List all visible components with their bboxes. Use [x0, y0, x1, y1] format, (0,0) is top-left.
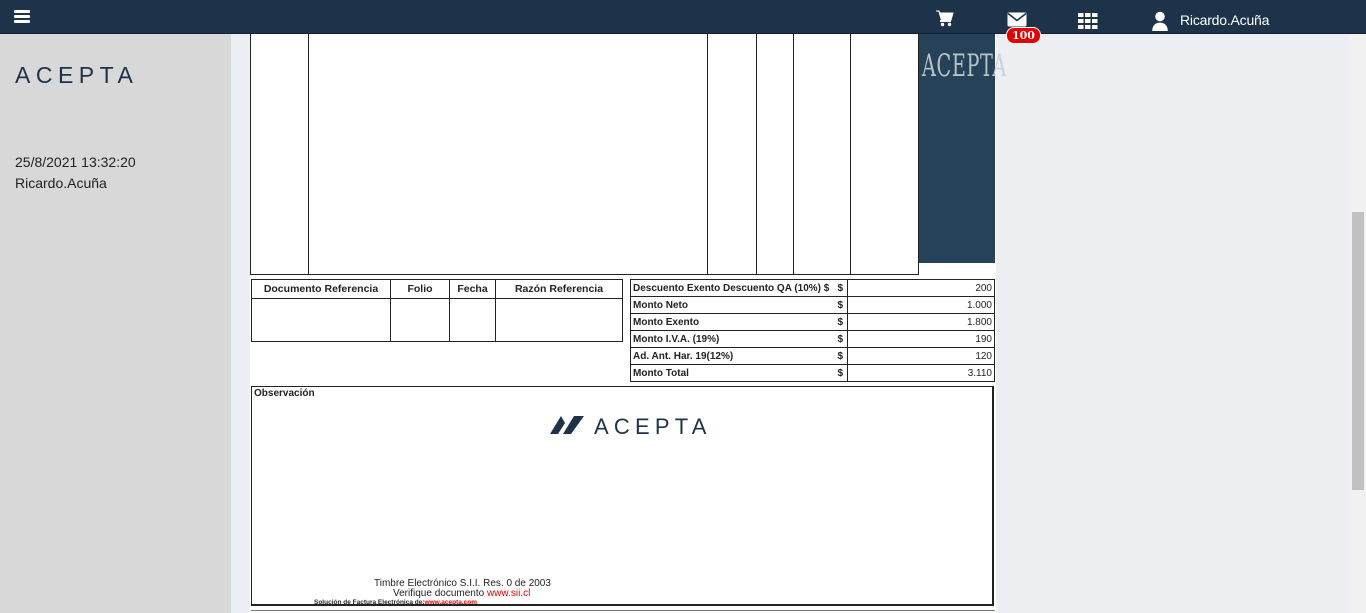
totals-value: 1.800	[847, 313, 995, 331]
solution-line: Solución de Factura Electrónica de:www.a…	[314, 599, 477, 606]
totals-table: Descuento Exento Descuento QA (10%) $ $ …	[630, 279, 995, 382]
totals-currency: $	[833, 364, 848, 382]
observation-box: Observación ACEPTA Timbre Electrónico S.…	[251, 386, 994, 606]
totals-currency: $	[833, 296, 848, 314]
totals-label: Monto Total	[630, 364, 834, 382]
totals-value: 200	[847, 279, 995, 297]
acepta-logo: ACEPTA	[15, 62, 139, 88]
mail-badge: 100	[1006, 27, 1041, 44]
table-row	[251, 298, 623, 342]
table-row: Ad. Ant. Har. 19(12%) $ 120	[630, 347, 995, 365]
totals-value: 3.110	[847, 364, 995, 382]
totals-currency: $	[833, 347, 848, 365]
verify-label: Verifique documento	[393, 588, 485, 599]
table-row: Monto Total $ 3.110	[630, 364, 995, 382]
user-icon[interactable]	[1150, 11, 1170, 31]
ref-header-documento: Documento Referencia	[251, 279, 391, 299]
acepta-link[interactable]: www.acepta.com	[425, 599, 478, 606]
totals-value: 120	[847, 347, 995, 365]
ref-header-folio: Folio	[390, 279, 450, 299]
invoice-document: ACEPTA Documento Referencia Folio Fecha …	[250, 34, 1006, 613]
sidebar: ACEPTA 25/8/2021 13:32:20 Ricardo.Acuña	[0, 34, 231, 613]
detail-grid-line	[250, 34, 251, 275]
document-bottom-line	[251, 610, 995, 611]
totals-label: Monto Exento	[630, 313, 834, 331]
totals-currency: $	[833, 279, 848, 297]
totals-currency: $	[833, 330, 848, 348]
solution-label: Solución de Factura Electrónica de:	[314, 599, 425, 606]
totals-value: 1.000	[847, 296, 995, 314]
totals-label: Monto Neto	[630, 296, 834, 314]
detail-grid-line	[850, 34, 851, 275]
totals-label: Descuento Exento Descuento QA (10%) $	[630, 279, 834, 297]
acepta-wordmark: ACEPTA	[594, 414, 712, 439]
detail-grid-line	[756, 34, 757, 275]
top-navbar: 100 Ricardo.Acuña	[0, 0, 1366, 44]
table-row: Monto Exento $ 1.800	[630, 313, 995, 331]
references-table: Documento Referencia Folio Fecha Razón R…	[251, 279, 623, 342]
hamburger-icon[interactable]	[14, 10, 30, 23]
scrollbar-thumb[interactable]	[1352, 212, 1364, 490]
cart-icon[interactable]	[935, 8, 955, 28]
session-user: Ricardo.Acuña	[15, 175, 107, 191]
detail-grid-line	[793, 34, 794, 275]
acepta-side-banner: ACEPTA	[919, 34, 1006, 263]
observation-label: Observación	[254, 388, 315, 399]
table-row: Monto Neto $ 1.000	[630, 296, 995, 314]
acepta-mark-icon	[550, 416, 584, 434]
verify-line: Verifique documento www.sii.cl	[393, 588, 530, 599]
ref-header-razon: Razón Referencia	[495, 279, 623, 299]
detail-grid-line	[707, 34, 708, 275]
ref-header-fecha: Fecha	[449, 279, 496, 299]
banner-logo-text: ACEPTA	[922, 48, 1007, 84]
sii-link[interactable]: www.sii.cl	[487, 588, 530, 599]
session-datetime: 25/8/2021 13:32:20	[15, 154, 136, 170]
totals-label: Ad. Ant. Har. 19(12%)	[630, 347, 834, 365]
totals-label: Monto I.V.A. (19%)	[630, 330, 834, 348]
table-row: Monto I.V.A. (19%) $ 190	[630, 330, 995, 348]
totals-value: 190	[847, 330, 995, 348]
detail-grid-line	[250, 274, 919, 275]
totals-currency: $	[833, 313, 848, 331]
grid-icon[interactable]	[1078, 11, 1098, 31]
user-name-link[interactable]: Ricardo.Acuña	[1180, 12, 1269, 28]
detail-grid-line	[308, 34, 309, 275]
table-row: Descuento Exento Descuento QA (10%) $ $ …	[630, 279, 995, 297]
